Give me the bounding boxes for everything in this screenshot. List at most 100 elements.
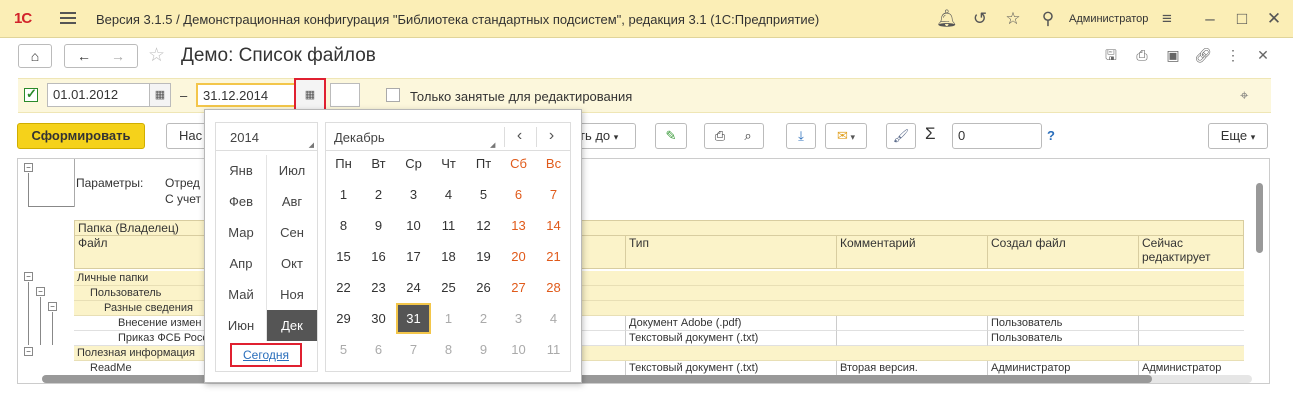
day-cell[interactable]: 15 <box>326 241 361 272</box>
current-user[interactable]: Администратор <box>1069 13 1148 25</box>
search-icon[interactable]: ⚲ <box>1038 9 1058 29</box>
month-sep[interactable]: Сен <box>267 217 317 248</box>
save-to-file-icon[interactable]: ⤓ <box>786 123 816 149</box>
day-outside-month[interactable]: 1 <box>431 303 466 334</box>
vertical-scrollbar[interactable] <box>1254 163 1266 368</box>
month-oct[interactable]: Окт <box>267 248 317 279</box>
main-menu-icon[interactable] <box>60 12 76 24</box>
day-cell[interactable]: 16 <box>361 241 396 272</box>
day-outside-month[interactable]: 4 <box>536 303 571 334</box>
month-name[interactable]: Декабрь <box>334 130 385 145</box>
day-outside-month[interactable]: 7 <box>396 334 431 365</box>
link-icon[interactable]: 🔗︎ <box>1194 46 1212 64</box>
home-button[interactable]: ⌂ <box>18 44 52 68</box>
back-arrow-icon[interactable]: ← <box>67 45 101 67</box>
date-from-calendar-icon[interactable]: ▦ <box>149 83 171 107</box>
day-cell[interactable]: 28 <box>536 272 571 303</box>
generate-report-button[interactable]: Сформировать <box>17 123 145 149</box>
day-cell[interactable]: 24 <box>396 272 431 303</box>
maximize-icon[interactable]: □ <box>1232 9 1252 29</box>
save-icon[interactable]: 🖫︎ <box>1102 46 1120 64</box>
sum-field[interactable]: 0 <box>952 123 1042 149</box>
brush-icon[interactable]: 🖌︎ <box>886 123 916 149</box>
print-button-icon[interactable]: ⎙ <box>706 124 734 148</box>
more-vertical-icon[interactable]: ⋮ <box>1224 46 1242 64</box>
favorite-star-icon[interactable]: ☆ <box>148 44 165 67</box>
prev-month-icon[interactable]: ‹ <box>504 127 534 147</box>
collapse-toggle[interactable]: − <box>24 163 33 172</box>
day-cell[interactable]: 3 <box>396 179 431 210</box>
day-cell[interactable]: 21 <box>536 241 571 272</box>
date-to-calendar-icon[interactable]: ▦ <box>294 78 326 113</box>
favorites-star-icon[interactable]: ☆ <box>1003 9 1023 29</box>
day-outside-month[interactable]: 8 <box>431 334 466 365</box>
year-selector[interactable]: 2014 ◢ <box>216 123 317 151</box>
more-button[interactable]: Еще ▾ <box>1208 123 1268 149</box>
today-link[interactable]: Сегодня <box>230 343 302 367</box>
minimize-icon[interactable]: – <box>1200 9 1220 29</box>
day-cell[interactable]: 20 <box>501 241 536 272</box>
period-select-button[interactable] <box>330 83 360 107</box>
day-cell[interactable]: 8 <box>326 210 361 241</box>
day-cell[interactable]: 9 <box>361 210 396 241</box>
day-cell[interactable]: 7 <box>536 179 571 210</box>
send-email-icon[interactable]: ✉ ▾ <box>825 123 867 149</box>
period-checkbox[interactable]: ✓ <box>24 86 38 102</box>
day-cell[interactable]: 18 <box>431 241 466 272</box>
month-aug[interactable]: Авг <box>267 186 317 217</box>
day-cell[interactable]: 27 <box>501 272 536 303</box>
day-cell[interactable]: 11 <box>431 210 466 241</box>
day-cell[interactable]: 17 <box>396 241 431 272</box>
preview-icon[interactable]: ▣ <box>1164 46 1182 64</box>
day-outside-month[interactable]: 3 <box>501 303 536 334</box>
date-from-field[interactable]: 01.01.2012 <box>47 83 150 107</box>
day-cell[interactable]: 25 <box>431 272 466 303</box>
day-cell[interactable]: 2 <box>361 179 396 210</box>
day-outside-month[interactable]: 10 <box>501 334 536 365</box>
day-outside-month[interactable]: 11 <box>536 334 571 365</box>
day-outside-month[interactable]: 9 <box>466 334 501 365</box>
month-feb[interactable]: Фев <box>216 186 266 217</box>
month-dec-selected[interactable]: Дек <box>267 310 317 341</box>
group-toggle-useful[interactable]: − <box>24 347 33 356</box>
group-toggle-misc[interactable]: − <box>48 302 57 311</box>
pin-icon[interactable]: ⌖ <box>1240 87 1248 104</box>
day-cell[interactable]: 19 <box>466 241 501 272</box>
day-cell[interactable]: 29 <box>326 303 361 334</box>
day-cell[interactable]: 12 <box>466 210 501 241</box>
month-may[interactable]: Май <box>216 279 266 310</box>
day-cell[interactable]: 10 <box>396 210 431 241</box>
day-outside-month[interactable]: 5 <box>326 334 361 365</box>
group-toggle-personal[interactable]: − <box>24 272 33 281</box>
date-to-field[interactable]: 31.12.2014 <box>196 83 296 107</box>
month-jan[interactable]: Янв <box>216 155 266 186</box>
vertical-scroll-thumb[interactable] <box>1256 183 1263 253</box>
next-month-icon[interactable]: › <box>536 127 566 147</box>
notifications-bell-icon[interactable]: 🔔︎ <box>936 9 958 29</box>
month-jul[interactable]: Июл <box>267 155 317 186</box>
day-outside-month[interactable]: 6 <box>361 334 396 365</box>
preview-button-icon[interactable]: ⌕ <box>734 124 762 148</box>
only-busy-checkbox[interactable] <box>386 88 400 102</box>
forward-arrow-icon[interactable]: → <box>101 45 135 67</box>
close-window-icon[interactable]: ✕ <box>1264 9 1284 29</box>
history-icon[interactable]: ↺ <box>970 9 990 29</box>
day-cell[interactable]: 22 <box>326 272 361 303</box>
close-form-icon[interactable]: ✕ <box>1254 46 1272 64</box>
day-cell[interactable]: 4 <box>431 179 466 210</box>
day-cell[interactable]: 5 <box>466 179 501 210</box>
month-jun[interactable]: Июн <box>216 310 266 341</box>
settings-menu-icon[interactable]: ≡ <box>1157 9 1177 29</box>
day-cell[interactable]: 30 <box>361 303 396 334</box>
day-outside-month[interactable]: 2 <box>466 303 501 334</box>
day-cell[interactable]: 13 <box>501 210 536 241</box>
day-cell[interactable]: 26 <box>466 272 501 303</box>
group-toggle-user[interactable]: − <box>36 287 45 296</box>
day-cell[interactable]: 6 <box>501 179 536 210</box>
edit-pencil-icon[interactable]: ✎ <box>655 123 687 149</box>
month-mar[interactable]: Мар <box>216 217 266 248</box>
print-icon[interactable]: ⎙ <box>1133 46 1151 64</box>
day-cell[interactable]: 1 <box>326 179 361 210</box>
month-apr[interactable]: Апр <box>216 248 266 279</box>
day-cell[interactable]: 23 <box>361 272 396 303</box>
